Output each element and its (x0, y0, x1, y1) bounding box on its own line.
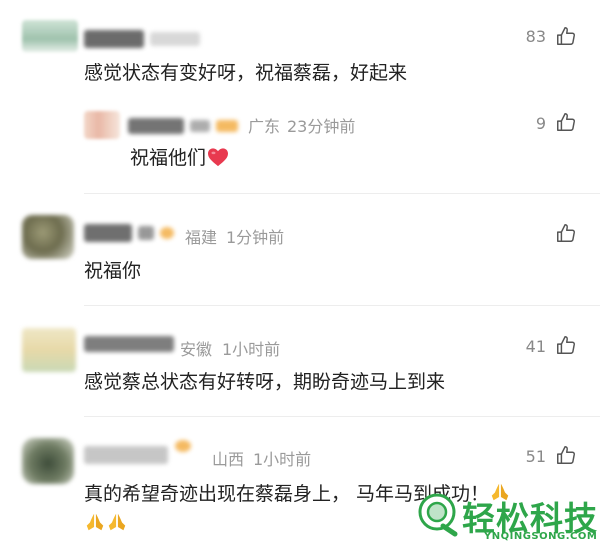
watermark-domain: YNQINGSONG.COM (484, 531, 598, 542)
username-blurred (150, 32, 200, 46)
thumbs-up-icon[interactable] (555, 444, 577, 466)
comment-location: 福建 (185, 228, 218, 247)
comment-text: 祝福他们 (130, 143, 229, 170)
praying-hands-emoji (86, 513, 104, 531)
divider (84, 305, 600, 306)
thumbs-up-icon[interactable] (555, 334, 577, 356)
thumbs-up-icon[interactable] (555, 111, 577, 133)
username-blurred (190, 120, 210, 132)
avatar[interactable] (22, 20, 78, 52)
username-blurred[interactable] (84, 30, 144, 48)
comment-text: 感觉蔡总状态有好转呀，期盼奇迹马上到来 (84, 371, 446, 393)
badge-blurred (160, 227, 174, 239)
like-count: 51 (525, 447, 546, 466)
avatar[interactable] (22, 328, 76, 372)
comment-time: 1小时前 (253, 450, 312, 469)
username-blurred[interactable] (128, 118, 184, 134)
comment-time: 23分钟前 (287, 117, 356, 136)
divider (84, 416, 600, 417)
username-blurred[interactable] (84, 446, 168, 464)
username-blurred (138, 226, 154, 240)
comment-time: 1小时前 (222, 340, 281, 359)
praying-hands-emoji (108, 513, 126, 531)
like-count: 9 (535, 114, 546, 133)
divider (84, 193, 600, 194)
thumbs-up-icon[interactable] (555, 25, 577, 47)
comment-text-emoji-line (84, 511, 128, 534)
username-blurred[interactable] (84, 224, 132, 242)
badge-blurred (216, 120, 238, 132)
avatar[interactable] (84, 111, 120, 139)
like-count: 41 (525, 337, 546, 356)
heart-emoji (208, 148, 229, 167)
comment-location: 安徽 (180, 340, 213, 359)
avatar[interactable] (22, 438, 74, 484)
comment-text: 祝福你 (84, 260, 142, 282)
comment-location: 山西 (212, 450, 245, 469)
comment-time: 1分钟前 (226, 228, 285, 247)
badge-blurred (175, 440, 191, 452)
comment-location: 广东 (248, 117, 281, 136)
avatar[interactable] (22, 215, 74, 259)
comment-text-content: 祝福他们 (130, 147, 207, 169)
username-blurred[interactable] (84, 336, 174, 352)
thumbs-up-icon[interactable] (555, 222, 577, 244)
comment-text: 感觉状态有变好呀，祝福蔡磊，好起来 (84, 62, 408, 84)
like-count: 83 (525, 27, 546, 46)
watermark-logo-icon (418, 493, 458, 537)
